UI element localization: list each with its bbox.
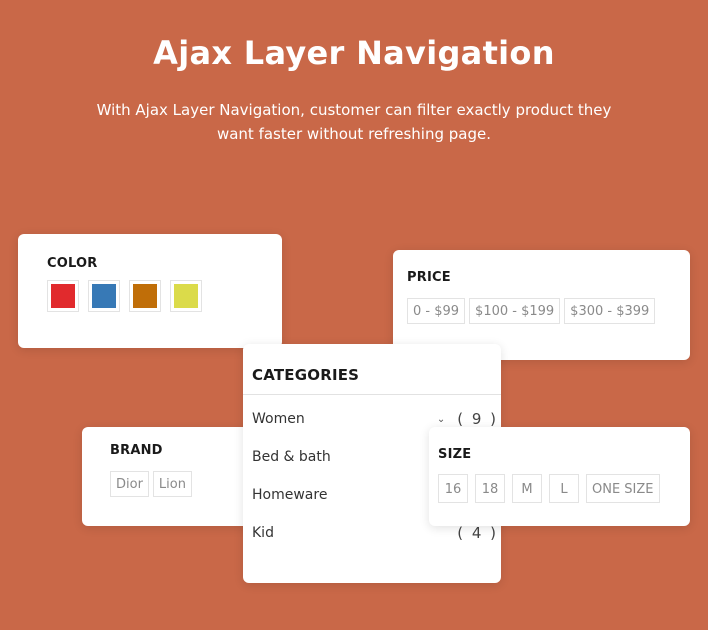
color-filter-card: COLOR [18,234,282,348]
brand-filter-title: BRAND [110,443,163,458]
size-option[interactable]: 18 [475,474,505,503]
price-option[interactable]: $100 - $199 [469,298,561,324]
categories-title: CATEGORIES [252,366,360,384]
color-swatch-red[interactable] [47,280,79,312]
page-title: Ajax Layer Navigation [153,34,555,72]
brand-option[interactable]: Dior [110,471,149,497]
category-count: ( 4 ) [457,524,498,542]
category-label: Kid [252,525,274,541]
chevron-down-icon[interactable]: ⌄ [437,414,445,425]
brand-filter-card: BRAND Dior Lion [82,427,262,526]
size-option[interactable]: 16 [438,474,468,503]
page-subtitle: With Ajax Layer Navigation, customer can… [96,101,612,143]
color-filter-title: COLOR [47,256,98,271]
size-option[interactable]: ONE SIZE [586,474,660,503]
price-filter-title: PRICE [407,270,451,285]
color-swatch-blue[interactable] [88,280,120,312]
size-option[interactable]: L [549,474,579,503]
color-swatch-yellow[interactable] [170,280,202,312]
price-option[interactable]: 0 - $99 [407,298,466,324]
size-filter-title: SIZE [438,447,472,462]
color-swatch-orange[interactable] [129,280,161,312]
brand-option[interactable]: Lion [152,471,192,497]
size-option[interactable]: M [512,474,542,503]
size-filter-card: SIZE 16 18 M L ONE SIZE [429,427,690,526]
price-option[interactable]: $300 - $399 [564,298,656,324]
category-count: ( 9 ) [457,410,498,428]
category-label: Women [252,411,305,427]
